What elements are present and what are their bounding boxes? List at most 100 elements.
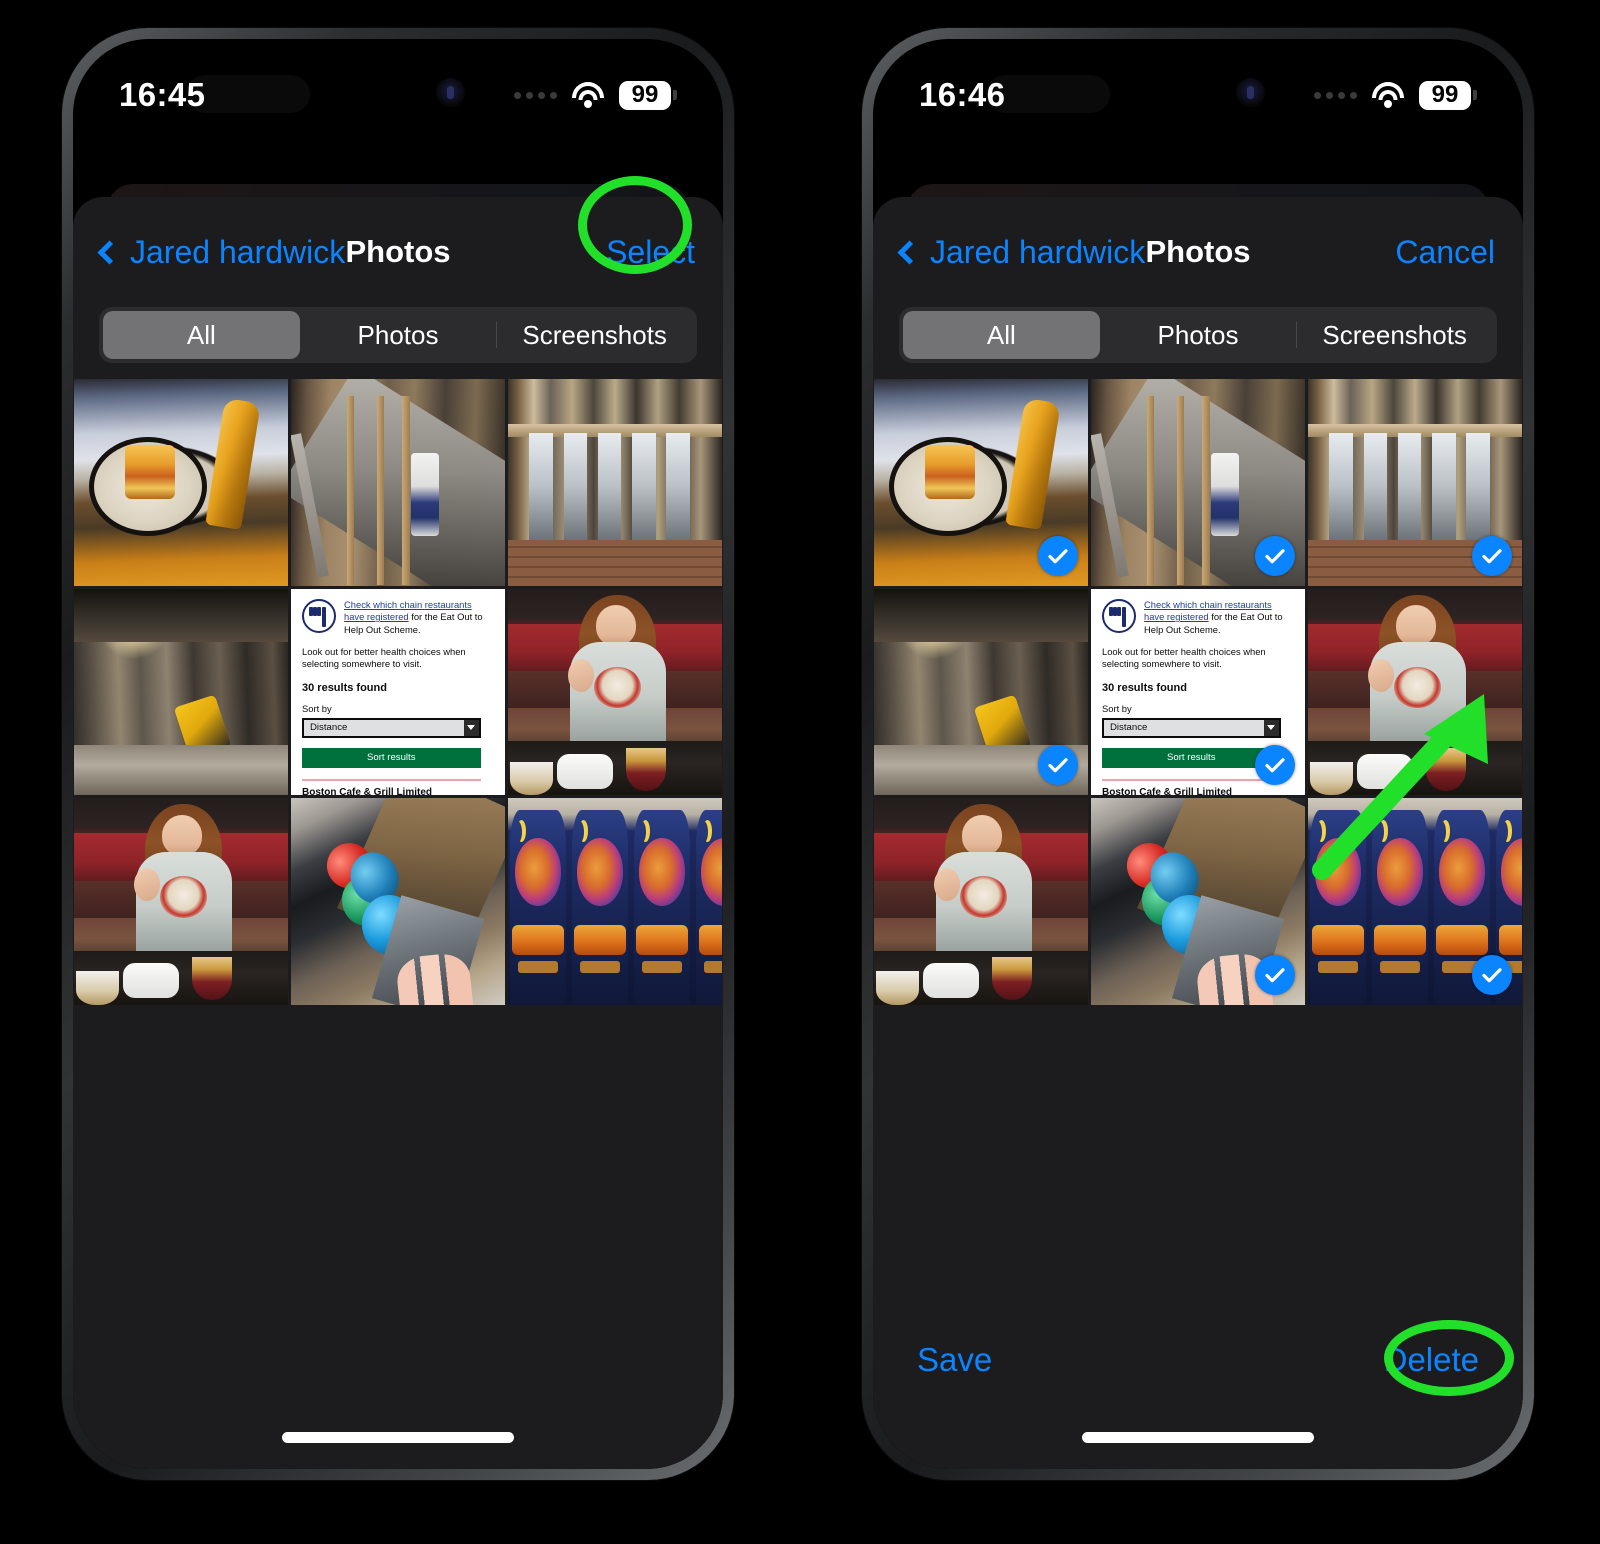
selected-check-icon[interactable] <box>1472 535 1512 576</box>
screenshot-divider <box>302 778 481 781</box>
thumb-foil-eggs-in-box[interactable] <box>291 798 505 1005</box>
screenshot-thumb-content: Check which chain restaurants have regis… <box>291 588 505 795</box>
thumb-loft-timber-framing[interactable] <box>1091 379 1305 586</box>
phone-left-bezel: 16:45 99 Jared hardwick Photos Select Al… <box>73 39 723 1469</box>
segmented-control-wrap-left: All Photos Screenshots <box>73 307 723 379</box>
wifi-icon <box>571 82 605 108</box>
selection-toolbar: Save Delete <box>873 1325 1523 1395</box>
status-clock: 16:46 <box>919 76 1006 113</box>
screenshot-sort-value: Distance <box>310 722 348 734</box>
chevron-left-icon <box>97 239 122 265</box>
signal-dots-icon <box>1314 91 1357 99</box>
battery-icon: 99 <box>1419 80 1477 110</box>
screenshot-next-heading: Boston Cafe & Grill Limited <box>1102 786 1233 795</box>
thumb-stripped-room-with-saw[interactable] <box>874 588 1088 795</box>
photo-grid-left: Check which chain restaurants have regis… <box>73 379 723 1005</box>
tab-all-right[interactable]: All <box>903 311 1100 359</box>
selected-check-icon[interactable] <box>1255 954 1295 995</box>
thumb-stripped-room-with-saw[interactable] <box>74 588 288 795</box>
thumb-plate-of-food-with-beer[interactable] <box>874 379 1088 586</box>
screenshot-next-heading: Boston Cafe & Grill Limited <box>302 786 433 795</box>
selected-check-icon[interactable] <box>1038 535 1078 576</box>
nav-bar-right: Jared hardwick Photos Cancel <box>873 197 1523 307</box>
thumb-woman-in-booth-b[interactable] <box>74 798 288 1005</box>
photo-grid-right: Check which chain restaurants have regis… <box>873 379 1523 1005</box>
tab-photos-left[interactable]: Photos <box>300 311 497 359</box>
phone-right-bezel: 16:46 99 Jared hardwick Photos Cancel Al… <box>873 39 1523 1469</box>
signal-dots-icon <box>514 91 557 99</box>
screenshot-sort-value: Distance <box>1110 722 1148 734</box>
battery-cap <box>1473 90 1477 100</box>
screenshot-divider <box>1102 778 1281 781</box>
back-button-label: Jared hardwick <box>130 233 346 270</box>
status-indicators: 99 <box>1314 80 1477 110</box>
thumb-plate-of-food-with-beer[interactable] <box>74 379 288 586</box>
battery-icon: 99 <box>619 80 677 110</box>
thumb-roar-drink-bottles[interactable] <box>508 798 722 1005</box>
selected-check-icon[interactable] <box>1038 745 1078 785</box>
phone-right: 16:46 99 Jared hardwick Photos Cancel Al… <box>862 28 1534 1480</box>
save-button[interactable]: Save <box>917 1341 992 1379</box>
phone-left: 16:45 99 Jared hardwick Photos Select Al… <box>62 28 734 1480</box>
selected-check-icon[interactable] <box>1472 954 1512 995</box>
chevron-left-icon <box>897 239 922 265</box>
tab-screenshots-left[interactable]: Screenshots <box>496 311 693 359</box>
screenshot-sort-button[interactable]: Sort results <box>1102 747 1281 768</box>
wifi-icon <box>1371 82 1405 108</box>
screenshot-lead: Check which chain restaurants have regis… <box>344 599 494 637</box>
phone-left-screen: 16:45 99 Jared hardwick Photos Select Al… <box>73 39 723 1469</box>
thumb-eat-out-to-help-out[interactable]: Check which chain restaurants have regis… <box>291 588 505 795</box>
thumb-woman-in-booth-b[interactable] <box>874 798 1088 1005</box>
photos-sheet-left: Jared hardwick Photos Select All Photos … <box>73 197 723 1469</box>
screenshot-sort-select[interactable]: Distance <box>302 717 481 738</box>
battery-level: 99 <box>619 80 671 110</box>
back-button-left[interactable]: Jared hardwick <box>97 233 346 271</box>
screenshot-body: Look out for better health choices when … <box>302 645 466 670</box>
selected-check-icon[interactable] <box>1255 745 1295 785</box>
thumb-roar-drink-bottles[interactable] <box>1308 798 1522 1005</box>
photos-sheet-right: Jared hardwick Photos Cancel All Photos … <box>873 197 1523 1469</box>
cancel-button[interactable]: Cancel <box>1393 230 1497 275</box>
empty-space-left <box>73 1004 723 1469</box>
knife-and-fork-icon <box>1102 598 1136 633</box>
thumb-stud-wall-window[interactable] <box>508 379 722 586</box>
thumb-woman-in-booth-a[interactable] <box>508 588 722 795</box>
knife-and-fork-icon <box>302 598 336 633</box>
selected-check-icon[interactable] <box>1255 535 1295 576</box>
chevron-down-icon <box>463 719 479 736</box>
thumb-stud-wall-window[interactable] <box>1308 379 1522 586</box>
thumb-loft-timber-framing[interactable] <box>291 379 505 586</box>
battery-level: 99 <box>1419 80 1471 110</box>
segmented-control-left: All Photos Screenshots <box>99 307 697 363</box>
home-indicator-right[interactable] <box>1082 1432 1314 1443</box>
status-indicators: 99 <box>514 80 677 110</box>
segmented-control-right: All Photos Screenshots <box>899 307 1497 363</box>
screenshot-results-count: 30 results found <box>302 681 387 694</box>
tab-photos-right[interactable]: Photos <box>1100 311 1297 359</box>
tab-screenshots-right[interactable]: Screenshots <box>1296 311 1493 359</box>
nav-bar-left: Jared hardwick Photos Select <box>73 197 723 307</box>
status-bar-right: 16:46 99 <box>873 39 1523 151</box>
screenshot-sort-button[interactable]: Sort results <box>302 747 481 768</box>
screenshot-sort-label: Sort by <box>1102 702 1132 714</box>
status-bar-left: 16:45 99 <box>73 39 723 151</box>
select-button[interactable]: Select <box>604 230 697 275</box>
thumb-foil-eggs-in-box[interactable] <box>1091 798 1305 1005</box>
back-button-label: Jared hardwick <box>930 233 1146 270</box>
screenshot-sort-label: Sort by <box>302 702 332 714</box>
empty-space-right <box>873 1004 1523 1469</box>
battery-cap <box>673 90 677 100</box>
screenshot-body: Look out for better health choices when … <box>1102 645 1266 670</box>
segmented-control-wrap-right: All Photos Screenshots <box>873 307 1523 379</box>
tab-all-left[interactable]: All <box>103 311 300 359</box>
thumb-eat-out-to-help-out[interactable]: Check which chain restaurants have regis… <box>1091 588 1305 795</box>
screenshot-lead: Check which chain restaurants have regis… <box>1144 599 1294 637</box>
back-button-right[interactable]: Jared hardwick <box>897 233 1146 271</box>
home-indicator-left[interactable] <box>282 1432 514 1443</box>
screenshot-root: 16:45 99 Jared hardwick Photos Select Al… <box>0 0 1600 1544</box>
screenshot-sort-select[interactable]: Distance <box>1102 717 1281 738</box>
screenshot-results-count: 30 results found <box>1102 681 1187 694</box>
delete-button[interactable]: Delete <box>1384 1341 1479 1379</box>
chevron-down-icon <box>1263 719 1279 736</box>
thumb-woman-in-booth-a[interactable] <box>1308 588 1522 795</box>
